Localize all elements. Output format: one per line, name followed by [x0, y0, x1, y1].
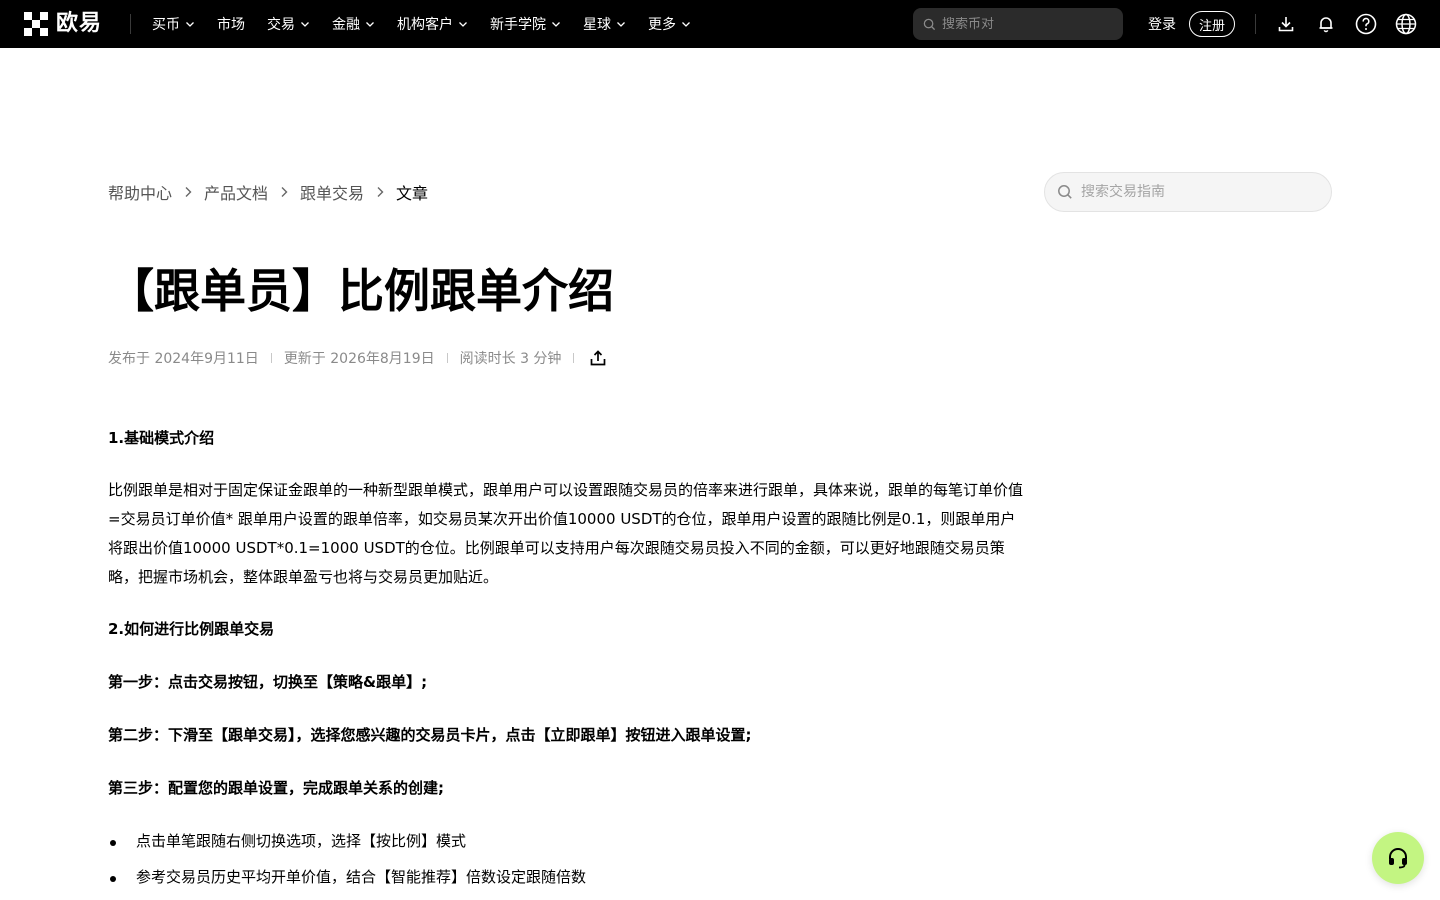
nav-item-finance[interactable]: 金融 [332, 14, 375, 34]
brand-name: 欧易 [56, 11, 103, 36]
register-button[interactable]: 注册 [1189, 11, 1235, 37]
register-label: 注册 [1198, 18, 1225, 34]
nav-item-label: 交易 [267, 17, 295, 33]
section-heading: 2.如何进行比例跟单交易 [108, 620, 275, 638]
login-link[interactable]: 登录 [1148, 14, 1176, 34]
update-date: 更新于 2026年8月19日 [283, 351, 435, 367]
nav-search-input[interactable] [942, 16, 1112, 32]
chevron-down-icon [682, 22, 690, 27]
meta-divider [270, 353, 272, 363]
nav-item-label: 机构客户 [397, 17, 453, 33]
nav-item-planet[interactable]: 星球 [583, 14, 626, 34]
breadcrumb-link-help-center[interactable]: 帮助中心 [108, 180, 172, 204]
logo-mark-icon [24, 12, 48, 36]
article-title: 【跟单员】比例跟单介绍 [108, 264, 614, 318]
breadcrumb-current: 文章 [396, 184, 429, 203]
chevron-down-icon [186, 22, 194, 27]
chevron-right-icon [176, 180, 200, 204]
chevron-down-icon [459, 22, 467, 27]
headset-icon [1389, 848, 1407, 869]
customer-support-button[interactable] [1372, 832, 1424, 884]
globe-icon[interactable] [1394, 12, 1418, 36]
nav-item-label: 市场 [217, 17, 245, 33]
share-icon[interactable] [586, 346, 610, 370]
search-icon [1058, 185, 1072, 199]
download-icon[interactable] [1274, 12, 1298, 36]
breadcrumb-link-copy-trading[interactable]: 跟单交易 [300, 180, 364, 204]
chevron-right-icon [368, 180, 392, 204]
nav-item-label: 买币 [152, 17, 180, 33]
nav-search-box[interactable] [913, 8, 1123, 40]
meta-divider [446, 353, 448, 363]
search-icon [923, 18, 936, 30]
meta-divider [573, 353, 575, 363]
nav-menu: 买币 市场 交易 金融 机构客户 新手学院 星球 更多 [152, 0, 713, 48]
step-two: 第二步：下滑至【跟单交易】，选择您感兴趣的交易员卡片，点击【立即跟单】按钮进入跟… [108, 726, 752, 744]
nav-item-market[interactable]: 市场 [217, 14, 245, 34]
chevron-down-icon [366, 22, 374, 27]
step-three: 第三步：配置您的跟单设置，完成跟单关系的创建; [108, 779, 445, 797]
chevron-down-icon [552, 22, 560, 27]
nav-item-buy-crypto[interactable]: 买币 [152, 14, 195, 34]
chevron-down-icon [301, 22, 309, 27]
step-one: 第一步：点击交易按钮，切换至【策略&跟单】; [108, 673, 428, 691]
chevron-down-icon [617, 22, 625, 27]
nav-divider [1255, 14, 1256, 34]
nav-item-label: 金融 [332, 17, 360, 33]
list-item: 参考交易员历史平均开单价值，结合【智能推荐】倍数设定跟随倍数 [108, 863, 1024, 892]
nav-item-academy[interactable]: 新手学院 [490, 14, 561, 34]
nav-item-trade[interactable]: 交易 [267, 14, 310, 34]
list-item: 点击单笔跟随右侧切换选项，选择【按比例】模式 [108, 827, 1024, 856]
article-body: 1.基础模式介绍 比例跟单是相对于固定保证金跟单的一种新型跟单模式，跟单用户可以… [108, 424, 1024, 892]
article-meta: 发布于 2024年9月11日 更新于 2026年8月19日 阅读时长 3 分钟 [108, 346, 610, 370]
publish-date: 发布于 2024年9月11日 [108, 351, 259, 367]
help-search-box[interactable] [1044, 172, 1332, 212]
step-three-bullets: 点击单笔跟随右侧切换选项，选择【按比例】模式 参考交易员历史平均开单价值，结合【… [108, 827, 1024, 892]
nav-item-label: 更多 [648, 17, 676, 33]
breadcrumb-link-product-docs[interactable]: 产品文档 [204, 180, 268, 204]
article-paragraph: 比例跟单是相对于固定保证金跟单的一种新型跟单模式，跟单用户可以设置跟随交易员的倍… [108, 481, 1024, 586]
chevron-right-icon [272, 180, 296, 204]
help-icon[interactable] [1354, 12, 1378, 36]
nav-item-institutional[interactable]: 机构客户 [397, 14, 468, 34]
help-search-input[interactable] [1081, 184, 1311, 200]
read-time: 阅读时长 3 分钟 [459, 351, 562, 367]
nav-item-label: 新手学院 [490, 17, 546, 33]
bell-icon[interactable] [1314, 12, 1338, 36]
breadcrumb: 帮助中心 产品文档 跟单交易 文章 [108, 180, 428, 204]
top-navbar: 欧易 买币 市场 交易 金融 机构客户 新手学院 星球 更多 搜索币对 登录 注… [0, 0, 1440, 48]
nav-divider [130, 14, 131, 34]
brand-logo[interactable]: 欧易 [24, 12, 102, 36]
nav-item-more[interactable]: 更多 [648, 14, 691, 34]
section-heading: 1.基础模式介绍 [108, 429, 215, 447]
nav-item-label: 星球 [583, 17, 611, 33]
